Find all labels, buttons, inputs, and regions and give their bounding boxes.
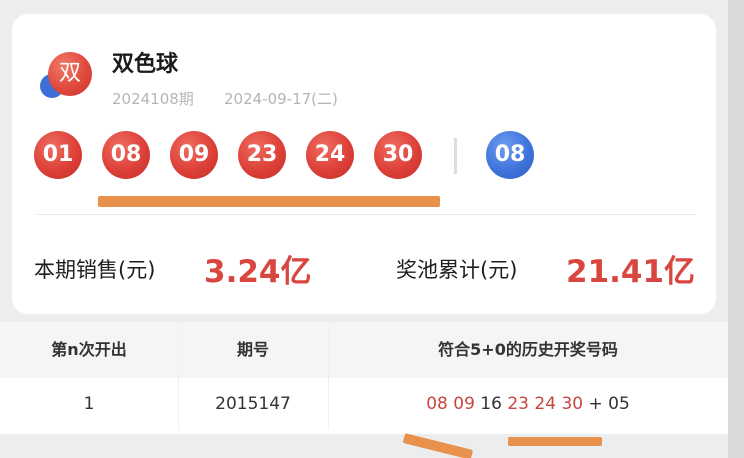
- red-ball: 23: [238, 131, 286, 179]
- table-header: 第n次开出 期号 符合5+0的历史开奖号码: [0, 322, 728, 378]
- red-ball: 09: [170, 131, 218, 179]
- lottery-title: 双色球: [112, 52, 179, 77]
- draw-issue: 2024108期: [112, 90, 194, 108]
- row-numbers: 08 09 16 23 24 30 + 05: [328, 378, 728, 430]
- matched-number: 23: [507, 394, 529, 414]
- header-issue: 期号: [236, 340, 269, 359]
- sales-value: 3.24亿: [204, 254, 312, 290]
- matched-number: 08: [426, 394, 448, 414]
- blue-ball: 08: [486, 131, 534, 179]
- history-table: 第n次开出 期号 符合5+0的历史开奖号码 1 2015147 08 09 16…: [0, 322, 728, 434]
- header-count: 第n次开出: [51, 340, 127, 359]
- highlight-slash: [402, 433, 474, 458]
- plus-sign: +: [588, 394, 603, 414]
- draw-date: 2024-09-17(二): [224, 90, 338, 108]
- card-divider: [36, 214, 696, 215]
- blue-number: 05: [608, 394, 630, 414]
- unmatched-number: 16: [480, 394, 502, 414]
- red-ball: 01: [34, 131, 82, 179]
- screen-edge: [728, 0, 744, 458]
- ball-separator: [454, 138, 457, 174]
- matched-number: 24: [534, 394, 557, 414]
- row-issue: 2015147: [215, 394, 291, 414]
- pool-label: 奖池累计(元): [396, 258, 518, 282]
- matched-number: 09: [453, 394, 475, 414]
- highlight-underline: [98, 196, 440, 207]
- screenshot-stage: 双 双色球 2024108期 2024-09-17(二) 01 08 09 23…: [0, 0, 744, 458]
- logo-red-circle: 双: [48, 52, 92, 96]
- highlight-underline: [508, 437, 602, 446]
- lottery-logo: 双: [40, 52, 96, 102]
- red-ball: 24: [306, 131, 354, 179]
- matched-number: 30: [561, 394, 584, 414]
- red-ball: 08: [102, 131, 150, 179]
- sales-label: 本期销售(元): [34, 258, 156, 282]
- red-ball: 30: [374, 131, 422, 179]
- header-numbers: 符合5+0的历史开奖号码: [438, 340, 618, 359]
- pool-value: 21.41亿: [566, 254, 696, 290]
- row-count: 1: [83, 394, 95, 414]
